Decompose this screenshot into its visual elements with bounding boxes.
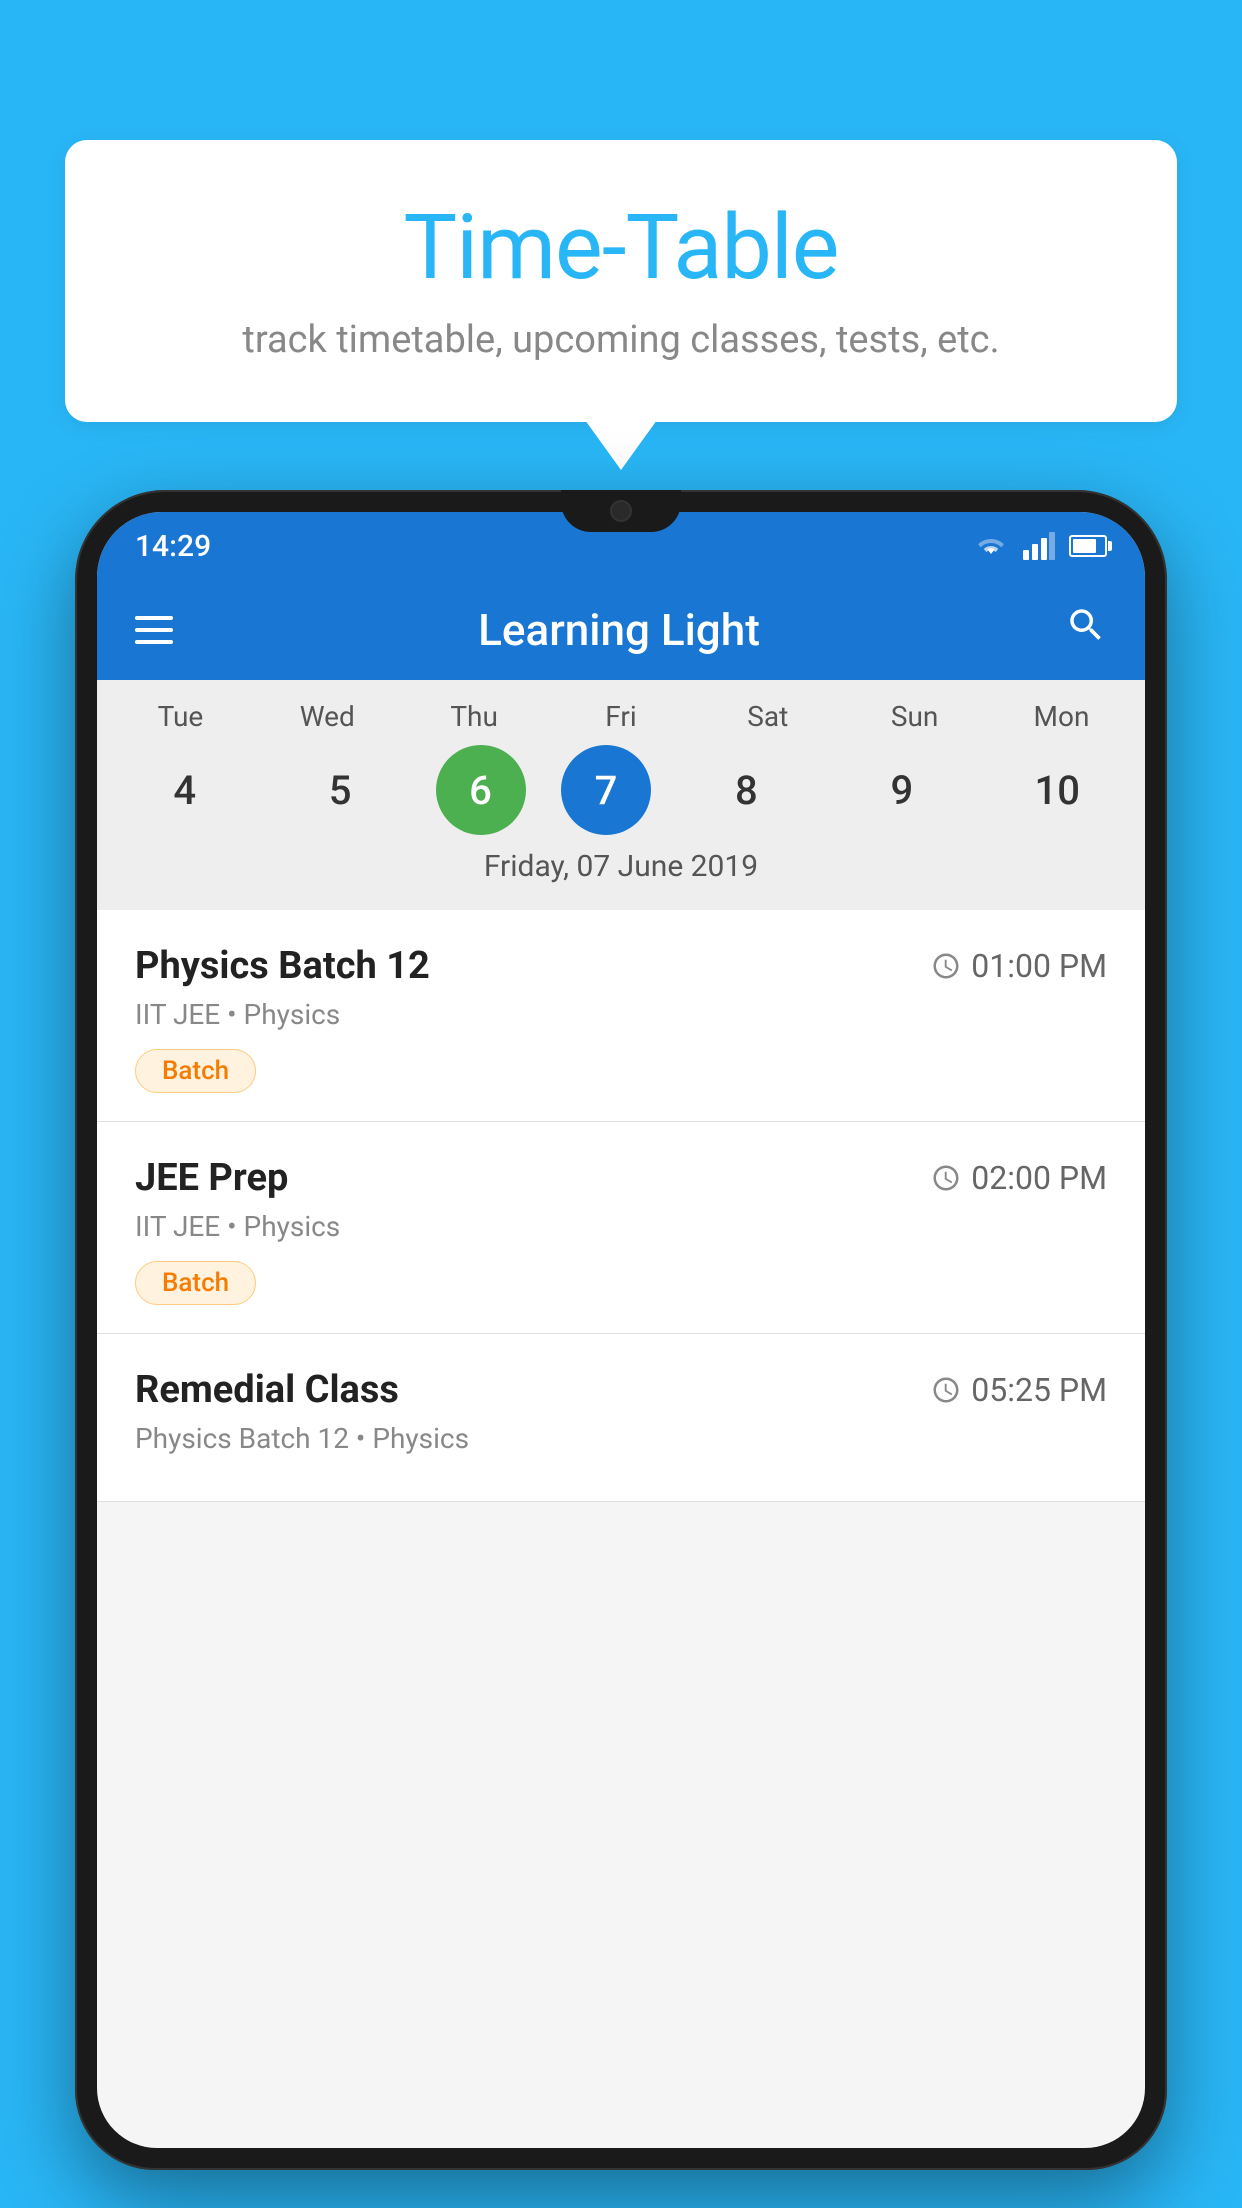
camera-dot <box>610 500 632 522</box>
schedule-item-header-2: JEE Prep 02:00 PM <box>135 1156 1107 1200</box>
day-5[interactable]: 5 <box>280 745 400 835</box>
day-10[interactable]: 10 <box>997 745 1117 835</box>
speech-bubble-container: Time-Table track timetable, upcoming cla… <box>65 140 1177 422</box>
schedule-item-physics-batch-12[interactable]: Physics Batch 12 01:00 PM IIT JEE • Phys… <box>97 910 1145 1122</box>
day-9[interactable]: 9 <box>842 745 962 835</box>
day-6-today[interactable]: 6 <box>436 745 526 835</box>
day-header-fri: Fri <box>561 700 681 733</box>
schedule-list: Physics Batch 12 01:00 PM IIT JEE • Phys… <box>97 910 1145 1502</box>
schedule-title-3: Remedial Class <box>135 1368 399 1412</box>
clock-icon-2 <box>931 1163 961 1193</box>
day-8[interactable]: 8 <box>686 745 806 835</box>
day-header-thu: Thu <box>414 700 534 733</box>
day-numbers: 4 5 6 7 8 9 10 <box>97 745 1145 835</box>
wifi-icon <box>973 532 1009 560</box>
batch-badge-1: Batch <box>135 1049 256 1093</box>
schedule-time-1: 01:00 PM <box>931 947 1107 985</box>
day-7-selected[interactable]: 7 <box>561 745 651 835</box>
schedule-item-header-3: Remedial Class 05:25 PM <box>135 1368 1107 1412</box>
schedule-item-jee-prep[interactable]: JEE Prep 02:00 PM IIT JEE • Physics Batc… <box>97 1122 1145 1334</box>
app-title: Learning Light <box>478 604 760 656</box>
hamburger-line-3 <box>135 640 173 644</box>
day-header-tue: Tue <box>120 700 240 733</box>
calendar-strip: Tue Wed Thu Fri Sat Sun Mon 4 5 6 7 8 9 … <box>97 680 1145 910</box>
bubble-title: Time-Table <box>125 195 1117 300</box>
schedule-time-text-2: 02:00 PM <box>971 1159 1107 1197</box>
clock-icon-1 <box>931 951 961 981</box>
phone-screen: 14:29 <box>97 512 1145 2148</box>
signal-icon <box>1023 532 1055 560</box>
batch-badge-2: Batch <box>135 1261 256 1305</box>
hamburger-menu-icon[interactable] <box>135 616 173 644</box>
status-icons <box>973 532 1107 560</box>
search-button[interactable] <box>1065 604 1107 657</box>
schedule-item-header-1: Physics Batch 12 01:00 PM <box>135 944 1107 988</box>
hamburger-line-1 <box>135 616 173 620</box>
schedule-time-2: 02:00 PM <box>931 1159 1107 1197</box>
schedule-item-remedial[interactable]: Remedial Class 05:25 PM Physics Batch 12… <box>97 1334 1145 1502</box>
day-header-mon: Mon <box>1001 700 1121 733</box>
clock-icon-3 <box>931 1375 961 1405</box>
hamburger-line-2 <box>135 628 173 632</box>
day-header-sat: Sat <box>708 700 828 733</box>
schedule-time-text-3: 05:25 PM <box>971 1371 1107 1409</box>
speech-bubble: Time-Table track timetable, upcoming cla… <box>65 140 1177 422</box>
battery-fill <box>1073 539 1096 553</box>
schedule-title-1: Physics Batch 12 <box>135 944 430 988</box>
day-header-sun: Sun <box>855 700 975 733</box>
status-time: 14:29 <box>135 529 211 564</box>
schedule-meta-3: Physics Batch 12 • Physics <box>135 1422 1107 1455</box>
selected-date-label: Friday, 07 June 2019 <box>97 849 1145 900</box>
day-header-wed: Wed <box>267 700 387 733</box>
schedule-meta-2: IIT JEE • Physics <box>135 1210 1107 1243</box>
app-bar: Learning Light <box>97 580 1145 680</box>
day-4[interactable]: 4 <box>125 745 245 835</box>
phone-notch <box>561 490 681 532</box>
day-headers: Tue Wed Thu Fri Sat Sun Mon <box>97 700 1145 733</box>
schedule-time-text-1: 01:00 PM <box>971 947 1107 985</box>
phone-frame: 14:29 <box>75 490 1167 2208</box>
schedule-time-3: 05:25 PM <box>931 1371 1107 1409</box>
schedule-title-2: JEE Prep <box>135 1156 288 1200</box>
phone-outer: 14:29 <box>75 490 1167 2170</box>
schedule-meta-1: IIT JEE • Physics <box>135 998 1107 1031</box>
battery-icon <box>1069 535 1107 557</box>
bubble-subtitle: track timetable, upcoming classes, tests… <box>125 318 1117 362</box>
